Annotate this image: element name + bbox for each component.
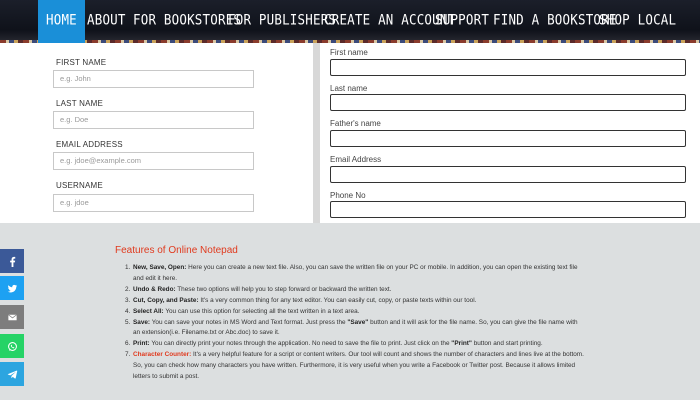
email-share-button[interactable] [0,305,24,329]
nav-for-publishers[interactable]: FOR PUBLISHERS [228,0,336,43]
list-item: 6. Print: You can directly print your not… [125,339,585,350]
feature-text: You can use this option for selecting al… [163,307,360,315]
email-icon [7,313,17,320]
list-number: 1. [125,264,131,271]
whatsapp-share-button[interactable] [0,334,24,358]
right-email-label: Email Address [330,155,382,164]
first-name-label: FIRST NAME [56,58,107,67]
feature-text: These two options will help you to step … [175,285,392,293]
list-item: 4. Select All: You can use this option fo… [125,307,585,318]
last-name-label: LAST NAME [56,99,103,108]
fathers-name-input[interactable] [330,130,686,147]
feature-text: You can save your notes in MS Word and T… [150,318,348,326]
facebook-share-button[interactable] [0,249,24,273]
list-item: 3. Cut, Copy, and Paste: It's a very comm… [125,296,585,307]
nav-support[interactable]: SUPPORT [435,0,489,43]
nav-home[interactable]: HOME [38,0,85,43]
list-item: 1. New, Save, Open: Here you can create a… [125,263,585,285]
features-list: 1. New, Save, Open: Here you can create a… [125,263,585,383]
features-title: Features of Online Notepad [115,245,238,256]
top-navigation: HOME ABOUT FOR BOOKSTORES FOR PUBLISHERS… [0,0,700,43]
nav-shop-local[interactable]: SHOP LOCAL [599,0,676,43]
feature-term: New, Save, Open: [133,264,187,271]
feature-term: Cut, Copy, and Paste: [133,296,199,304]
right-first-name-label: First name [330,48,368,57]
right-last-name-input[interactable] [330,94,686,111]
email-address-label: EMAIL ADDRESS [56,140,123,149]
list-number: 6. [125,340,131,348]
username-input[interactable]: e.g. jdoe [53,194,254,212]
telegram-share-button[interactable] [0,362,24,386]
feature-quote: "Save" [347,318,369,326]
right-first-name-input[interactable] [330,59,686,76]
first-name-input[interactable]: e.g. John [53,70,254,88]
right-last-name-label: Last name [330,84,368,93]
feature-quote: "Print" [451,340,472,348]
right-email-input[interactable] [330,166,686,183]
feature-text: You can directly print your notes throug… [149,340,452,348]
feature-text: button and start printing. [471,340,543,348]
list-number: 7. [125,351,131,359]
list-item: 5. Save: You can save your notes in MS Wo… [125,318,585,340]
feature-text: It's a very helpful feature for a script… [133,351,584,381]
twitter-share-button[interactable] [0,276,24,300]
telegram-icon [7,370,17,379]
nav-for-bookstores[interactable]: FOR BOOKSTORES [133,0,241,43]
feature-term: Undo & Redo: [133,285,176,293]
username-label: USERNAME [56,181,103,190]
feature-term: Save: [133,318,151,326]
list-number: 4. [125,307,131,315]
nav-about[interactable]: ABOUT [87,0,126,43]
feature-term: Character Counter: [133,351,192,359]
facebook-icon [9,256,15,267]
feature-term: Print: [133,340,150,348]
column-divider [313,43,320,223]
last-name-input[interactable]: e.g. Doe [53,111,254,129]
phone-no-label: Phone No [330,191,366,200]
twitter-icon [7,284,17,292]
phone-no-input[interactable] [330,201,686,218]
list-number: 5. [125,318,131,326]
feature-text: Here you can create a new text file. Als… [133,264,578,282]
fathers-name-label: Father's name [330,119,381,128]
feature-term: Select All: [133,307,164,315]
email-address-input[interactable]: e.g. jdoe@example.com [53,152,254,170]
feature-text: It's a very common thing for any text ed… [198,296,477,304]
whatsapp-icon [7,341,17,351]
list-number: 3. [125,296,131,304]
list-item: 7. Character Counter: It's a very helpful… [125,350,585,383]
list-item: 2. Undo & Redo: These two options will he… [125,285,585,296]
list-number: 2. [125,285,131,293]
